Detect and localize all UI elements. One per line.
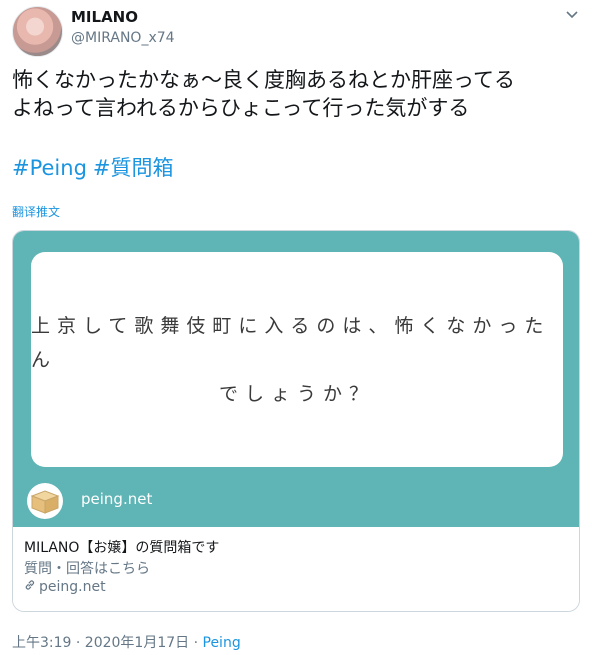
media-domain-label: peing.net: [81, 490, 153, 508]
link-icon: [24, 579, 36, 595]
tweet-timestamp[interactable]: 上午3:19 · 2020年1月17日 ·: [12, 635, 203, 651]
peing-box-logo-icon: [27, 483, 63, 519]
tweet-meta: 上午3:19 · 2020年1月17日 · Peing: [12, 632, 241, 652]
user-handle[interactable]: @MIRANO_x74: [71, 30, 175, 46]
question-box: 上京して歌舞伎町に入るのは、怖くなかったん でしょうか？: [31, 252, 563, 467]
card-info: MILANO【お嬢】の質問箱です 質問・回答はこちら peing.net: [13, 527, 579, 611]
question-text-line: 上京して歌舞伎町に入るのは、怖くなかったん: [31, 314, 551, 371]
hashtag-link[interactable]: #Peing: [12, 156, 87, 180]
card-title: MILANO【お嬢】の質問箱です: [24, 540, 220, 556]
user-display-name[interactable]: MILANO: [71, 8, 138, 26]
card-link: peing.net: [24, 579, 106, 595]
translate-tweet-link[interactable]: 翻译推文: [12, 203, 60, 220]
card-description: 質問・回答はこちら: [24, 561, 150, 577]
tweet-text: 怖くなかったかなぁ〜良く度胸あるねとか肝座ってる よねって言われるからひょこって…: [12, 66, 572, 122]
card-media-image: 上京して歌舞伎町に入るのは、怖くなかったん でしょうか？ peing.net: [13, 231, 579, 527]
link-card[interactable]: 上京して歌舞伎町に入るのは、怖くなかったん でしょうか？ peing.net M…: [12, 230, 580, 612]
hashtag-list: #Peing #質問箱: [12, 154, 180, 182]
avatar[interactable]: [12, 6, 63, 57]
tweet-text-line: よねって言われるからひょこって行った気がする: [12, 96, 470, 120]
tweet-source-link[interactable]: Peing: [203, 635, 241, 651]
hashtag-link[interactable]: #質問箱: [93, 156, 174, 180]
card-link-domain: peing.net: [39, 579, 106, 595]
question-text-line: でしょうか？: [218, 382, 375, 405]
more-options-chevron-down-icon[interactable]: [563, 6, 581, 24]
tweet-text-line: 怖くなかったかなぁ〜良く度胸あるねとか肝座ってる: [12, 68, 515, 92]
